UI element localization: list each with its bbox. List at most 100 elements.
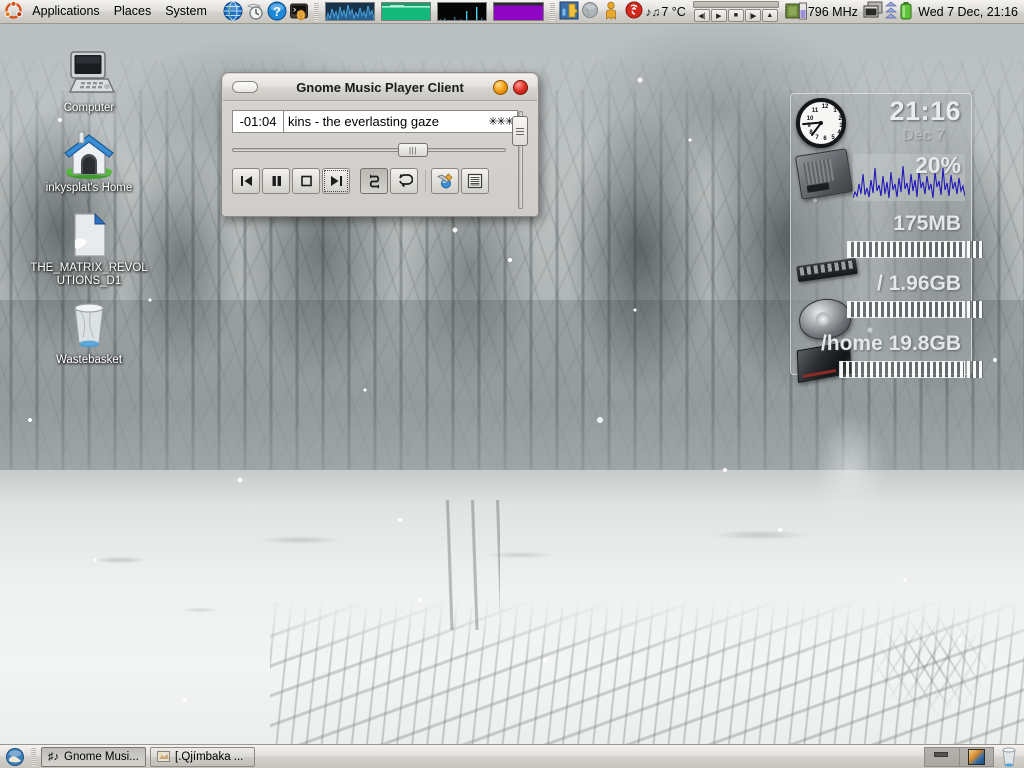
task-button-label: [.Qjímbaka ...	[175, 750, 244, 763]
pause-button[interactable]	[262, 168, 290, 194]
clock-update-icon[interactable]	[245, 1, 265, 22]
ram-stick-icon	[796, 257, 858, 283]
track-title-text: kins - the everlasting gaze	[288, 114, 440, 129]
handle-grip: |||	[409, 145, 417, 155]
media-buttons: ◀| ▶ ■ |▶ ▲	[693, 9, 778, 22]
media-display-strip	[692, 1, 779, 8]
task-button-qjimbaka[interactable]: [.Qjímbaka ...	[150, 746, 255, 767]
weather-icon[interactable]	[625, 1, 643, 22]
bottom-panel: ♯♪ Gnome Musi... [.Qjímbaka ...	[0, 744, 1024, 768]
desktop-icon-label: inkysplat's Home	[45, 182, 133, 194]
battery-icon[interactable]	[899, 1, 913, 22]
desktop-icon-computer[interactable]: Computer	[30, 48, 148, 115]
puzzle-icon[interactable]	[559, 1, 579, 22]
taskbar-separator	[31, 747, 36, 766]
media-play-button[interactable]: ▶	[710, 9, 727, 22]
svg-text:?: ?	[273, 4, 281, 19]
cpu-usage-value: 20%	[914, 152, 961, 178]
analog-clock-icon: 12 1 2 3 4 5 6 7 8 9 10 11	[796, 98, 846, 148]
workspace-switcher[interactable]	[924, 746, 994, 767]
desktop-icon-home[interactable]: inkysplat's Home	[30, 128, 148, 195]
document-icon	[30, 208, 148, 260]
media-next-button[interactable]: |▶	[744, 9, 761, 22]
media-stop-button[interactable]: ■	[727, 9, 744, 22]
seek-slider-track	[232, 148, 506, 152]
seek-slider[interactable]: |||	[232, 143, 506, 157]
task-button-gmpc[interactable]: ♯♪ Gnome Musi...	[41, 746, 146, 767]
swap-monitor-graph[interactable]	[493, 2, 544, 21]
track-time-display[interactable]: -01:04	[232, 110, 284, 133]
cpu-monitor-graph[interactable]	[324, 2, 375, 21]
windows-stack-icon[interactable]	[863, 1, 883, 22]
globe-icon[interactable]	[223, 1, 243, 22]
playlist-button[interactable]	[461, 168, 489, 194]
menu-applications[interactable]: Applications	[25, 1, 106, 22]
media-control-applet[interactable]: ◀| ▶ ■ |▶ ▲	[692, 1, 779, 22]
ubuntu-logo-icon[interactable]	[4, 1, 24, 22]
memory-value: 175MB	[893, 212, 961, 235]
blue-arrows-icon[interactable]	[885, 1, 898, 22]
window-titlebar[interactable]: Gnome Music Player Client	[223, 74, 537, 101]
show-desktop-icon[interactable]	[4, 746, 25, 767]
person-icon[interactable]	[603, 1, 623, 22]
system-monitor-desklet[interactable]: 21:16 Dec 7 12 1 2 3 4 5 6 7 8 9 10 11 2…	[790, 93, 983, 383]
root-disk-bar	[847, 301, 965, 318]
shade-button[interactable]	[493, 79, 508, 95]
minimize-pill-button[interactable]	[232, 81, 258, 93]
root-disk-value: / 1.96GB	[876, 272, 961, 295]
trash-applet[interactable]	[998, 746, 1020, 768]
cpu-chip-icon	[794, 148, 854, 200]
globe-small-icon[interactable]	[581, 1, 601, 22]
shuffle-button[interactable]	[360, 168, 388, 194]
window-icon	[157, 751, 170, 762]
media-previous-button[interactable]: ◀|	[693, 9, 710, 22]
menu-places[interactable]: Places	[107, 1, 159, 22]
music-note-icon: ♪♫	[645, 4, 661, 19]
next-button[interactable]	[322, 168, 350, 194]
memory-bar	[847, 241, 965, 258]
menu-system[interactable]: System	[158, 1, 214, 22]
desktop-icon-label: Wastebasket	[55, 354, 123, 366]
music-player-window[interactable]: Gnome Music Player Client -01:04 kins - …	[221, 72, 539, 217]
home-disk-bar	[839, 361, 965, 378]
panel-separator-2	[549, 2, 555, 21]
task-button-label: Gnome Musi...	[64, 750, 139, 763]
preferences-button[interactable]	[431, 168, 459, 194]
track-rating: ✳✳✳	[488, 116, 514, 128]
network-monitor-graph[interactable]	[437, 2, 488, 21]
root-disk-bar-overflow	[967, 301, 983, 318]
trash-icon	[30, 300, 148, 352]
panel-clock[interactable]: Wed 7 Dec, 21:16	[918, 5, 1018, 19]
stop-button[interactable]	[292, 168, 320, 194]
volume-slider-handle[interactable]	[512, 116, 528, 147]
desktop-icon-wastebasket[interactable]: Wastebasket	[30, 300, 148, 367]
cpu-usage-graph: 20%	[853, 152, 965, 201]
home-folder-icon	[30, 128, 148, 180]
player-info-row: -01:04 kins - the everlasting gaze ✳✳✳	[232, 110, 528, 133]
cpu-frequency-value: 796 MHz	[807, 4, 858, 19]
desktop-icon-label: THE_MATRIX_REVOLUTIONS_D1	[30, 262, 148, 287]
question-mark-icon[interactable]: ?	[267, 1, 287, 22]
track-title-display[interactable]: kins - the everlasting gaze ✳✳✳	[284, 110, 518, 133]
close-button[interactable]	[513, 79, 528, 95]
repeat-button[interactable]	[390, 168, 418, 194]
desktop-icon-dvd[interactable]: THE_MATRIX_REVOLUTIONS_D1	[30, 208, 148, 288]
home-disk-value: /home 19.8GB	[820, 332, 961, 355]
player-body: -01:04 kins - the everlasting gaze ✳✳✳ |…	[222, 102, 538, 218]
terminal-shell-icon[interactable]	[289, 1, 309, 22]
memory-monitor-graph[interactable]	[380, 2, 432, 21]
workspace-1[interactable]	[925, 747, 959, 766]
clock-center-dot	[819, 121, 823, 125]
workspace-2[interactable]	[959, 747, 993, 766]
cpu-chip-icon[interactable]	[784, 1, 807, 22]
memory-bar-overflow	[967, 241, 983, 258]
panel-separator	[313, 2, 319, 21]
seek-slider-handle[interactable]: |||	[397, 143, 428, 157]
volume-slider[interactable]	[511, 111, 529, 209]
media-eject-button[interactable]: ▲	[761, 9, 778, 22]
workspace-window-thumb	[934, 751, 948, 757]
previous-button[interactable]	[232, 168, 260, 194]
home-disk-bar-overflow	[967, 361, 983, 378]
desktop-icon-label: Computer	[63, 102, 115, 114]
top-panel: Applications Places System ? ♪♫ 7 °C ◀| …	[0, 0, 1024, 24]
